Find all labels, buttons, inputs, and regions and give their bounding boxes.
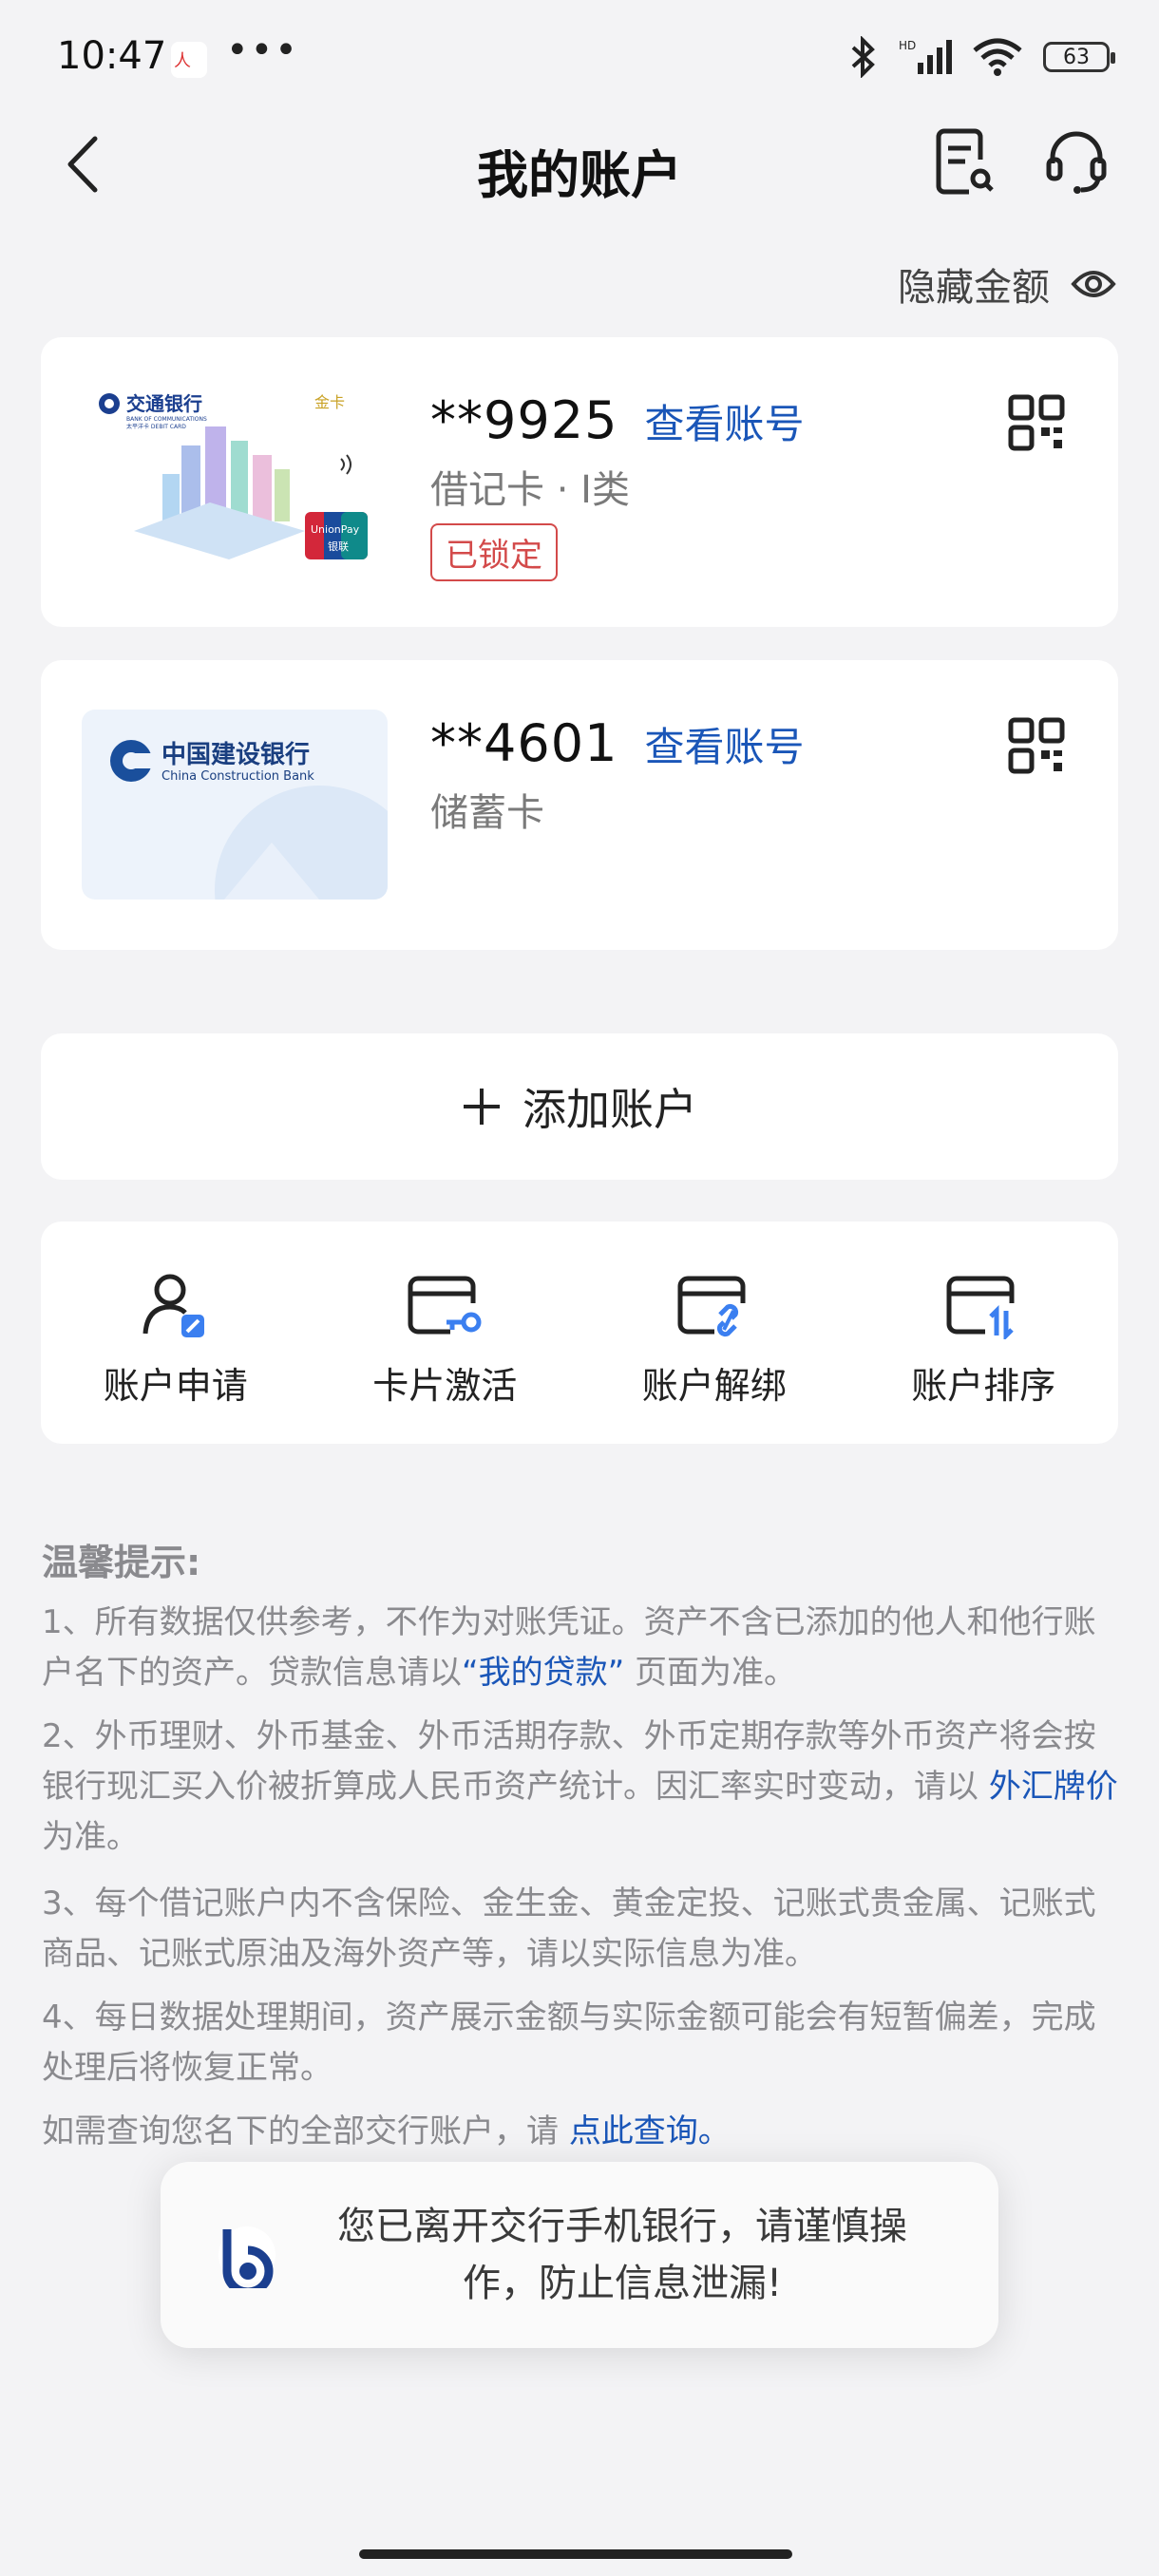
query-all-accounts-link[interactable]: 点此查询。 [569,2112,731,2150]
bocom-logo-icon [218,2226,276,2288]
account-sort-button[interactable]: 账户排序 [849,1222,1119,1444]
plus-icon [464,1089,500,1125]
document-search-icon [936,128,994,195]
ccb-card-image: 中国建设银行 China Construction Bank [82,710,388,900]
view-account-number-link[interactable]: 查看账号 [644,715,804,773]
tip-text: 2、外币理财、外币基金、外币活期存款、外币定期存款等外币资产将会按银行现汇买入价… [42,1717,1096,1806]
account-card[interactable]: 中国建设银行 China Construction Bank **4601 查看… [41,660,1118,950]
statement-button[interactable] [931,125,998,198]
qr-code-icon [1008,717,1065,774]
tip-1: 1、所有数据仅供参考，不作为对账凭证。资产不含已添加的他人和他行账户名下的资产。… [42,1598,1121,1698]
customer-service-button[interactable] [1043,125,1110,198]
bocom-en-text: BANK OF COMMUNICATIONS [126,416,207,423]
bocom-logo-text: 交通银行 [126,392,202,415]
action-label: 账户排序 [911,1365,1056,1407]
add-account-button[interactable]: 添加账户 [41,1033,1118,1180]
account-unbind-button[interactable]: 账户解绑 [580,1222,849,1444]
bluetooth-icon [851,36,875,78]
action-label: 账户申请 [103,1365,248,1407]
qr-code-icon [1008,394,1065,451]
action-label: 卡片激活 [372,1365,518,1407]
card-activate-button[interactable]: 卡片激活 [311,1222,580,1444]
account-card[interactable]: 交通银行 BANK OF COMMUNICATIONS 太平洋卡 DEBIT C… [41,337,1118,627]
tip-5: 如需查询您名下的全部交行账户，请 点此查询。 [42,2107,1121,2157]
view-account-number-link[interactable]: 查看账号 [644,392,804,450]
card-sort-icon [946,1276,1015,1339]
more-notifications-icon: ••• [226,28,299,72]
account-actions: 账户申请 卡片激活 账户解绑 账户排序 [41,1222,1118,1444]
tips-title: 温馨提示: [42,1542,201,1583]
status-icons: HD 63 [846,36,1115,78]
leave-app-toast: 您已离开交行手机银行，请谨慎操作，防止信息泄漏! [161,2162,998,2348]
qr-code-button[interactable] [1008,717,1065,774]
my-loans-link[interactable]: “我的贷款” [462,1654,624,1692]
ccb-en-text: China Construction Bank [162,769,314,784]
status-time: 10:47 [57,34,167,78]
status-badge: 已锁定 [430,523,558,581]
account-number: **4601 [430,713,618,773]
tip-3: 3、每个借记账户内不含保险、金生金、黄金定投、记账式贵金属、记账式商品、记账式原… [42,1885,1096,1973]
card-tier-tag: 金卡 [314,393,345,411]
svg-text:人: 人 [174,51,191,71]
card-sub-text: 太平洋卡 DEBIT CARD [126,423,186,430]
tip-4: 4、每日数据处理期间，资产展示金额与实际金额可能会有短暂偏差，完成处理后将恢复正… [42,1998,1096,2087]
tip-text: 页面为准。 [635,1654,797,1692]
svg-text:银联: 银联 [328,540,349,553]
tip-2: 2、外币理财、外币基金、外币活期存款、外币定期存款等外币资产将会按银行现汇买入价… [42,1712,1121,1863]
card-unlink-icon [677,1276,746,1337]
account-number: **9925 [430,390,618,450]
svg-text:HD: HD [899,39,916,52]
eye-icon [1071,271,1116,297]
tip-text: 为准。 [42,1818,139,1856]
toast-message: 您已离开交行手机银行，请谨慎操作，防止信息泄漏! [337,2205,907,2305]
fx-rate-link[interactable]: 外汇牌价 [989,1768,1118,1806]
card-key-icon [408,1276,482,1335]
user-edit-icon [142,1274,204,1337]
signal-icon: HD [899,39,952,74]
ccb-logo-text: 中国建设银行 [162,740,310,769]
bocom-card-image: 交通银行 BANK OF COMMUNICATIONS 太平洋卡 DEBIT C… [96,388,390,575]
add-account-label: 添加账户 [522,1084,697,1135]
qr-code-button[interactable] [1008,394,1065,451]
account-type: 借记卡 · I类 [430,468,630,512]
app-notification-icon: 人 [171,42,207,78]
battery-icon: 63 [1043,42,1115,72]
headset-icon [1046,131,1107,194]
action-label: 账户解绑 [641,1365,787,1407]
account-type: 储蓄卡 [430,791,544,835]
tip-text: 如需查询您名下的全部交行账户，请 [42,2112,559,2150]
hide-amount-toggle[interactable]: 隐藏金额 [898,256,1116,312]
account-apply-button[interactable]: 账户申请 [41,1222,311,1444]
wifi-icon [973,38,1022,76]
svg-text:UnionPay: UnionPay [311,523,360,536]
hide-amount-label: 隐藏金额 [898,266,1050,310]
home-indicator[interactable] [359,2549,792,2559]
